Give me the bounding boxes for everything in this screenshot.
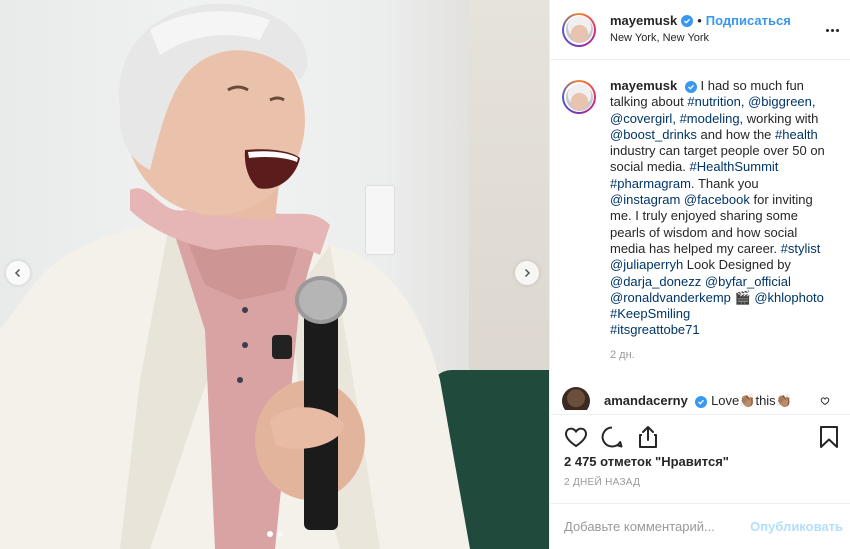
verified-badge-icon [681, 15, 694, 27]
add-comment-bar: Опубликовать [550, 503, 850, 549]
comment-heart-icon[interactable] [820, 396, 830, 406]
caption-line: me. I truly enjoyed sharing some [610, 208, 798, 224]
author-username[interactable]: mayemusk [610, 13, 677, 29]
caption-time: 2 дн. [610, 348, 635, 361]
follow-button[interactable]: Подписаться [706, 13, 791, 29]
comment-button[interactable] [598, 423, 626, 451]
separator-dot: • [697, 13, 702, 28]
caption-line: social media. #HealthSummit [610, 159, 779, 175]
caption-text: mayemusk I had so much fun talking about… [610, 78, 840, 363]
more-options-button[interactable] [822, 22, 842, 38]
action-bar [550, 414, 850, 458]
caption-line: talking about #nutrition, @biggreen, [610, 94, 816, 110]
caption-line: @juliaperryh Look Designed by [610, 257, 791, 273]
caption-line: pearls of wisdom and how social [610, 224, 798, 240]
post-location[interactable]: New York, New York [610, 30, 791, 46]
caption-line: @covergirl, #modeling, working with [610, 110, 819, 126]
commenter-username[interactable]: amandacerny [604, 393, 688, 408]
caption: mayemusk I had so much fun talking about… [562, 78, 850, 363]
caption-line: @ronaldvanderkemp 🎬 @khlophoto [610, 289, 824, 305]
author-avatar[interactable] [562, 12, 596, 47]
post-date[interactable]: 2 ДНЕЙ НАЗАД [564, 477, 640, 488]
caption-line: @darja_donezz @byfar_official [610, 273, 791, 289]
carousel-prev-button[interactable] [6, 261, 30, 285]
caption-line: #KeepSmiling [610, 306, 691, 322]
post-header: mayemusk • Подписаться New York, New Yor… [550, 0, 850, 60]
caption-line: @boost_drinks and how the #health [610, 126, 818, 142]
caption-username[interactable]: mayemusk [610, 78, 677, 93]
comment-text: Love👏🏽this👏🏽 [711, 393, 792, 409]
save-button[interactable] [815, 423, 843, 451]
likes-count[interactable]: 2 475 отметок "Нравится" [564, 454, 729, 469]
comment-item: amandacerny Love👏🏽this👏🏽 [562, 387, 850, 410]
chevron-right-icon [524, 268, 531, 278]
carousel-dots [0, 531, 549, 537]
more-dots-icon [825, 28, 829, 32]
verified-badge-icon [684, 81, 697, 93]
comment-bubble-icon [601, 426, 623, 447]
caption-line: #itsgreattobe71 [610, 322, 700, 338]
carousel-dot [266, 531, 273, 537]
share-icon [639, 425, 657, 448]
verified-badge-icon [695, 396, 708, 409]
heart-icon [565, 427, 587, 447]
commenter-avatar[interactable] [562, 387, 590, 410]
caption-avatar[interactable] [562, 80, 596, 114]
carousel-dot [276, 531, 283, 537]
post-photo[interactable] [0, 0, 549, 549]
publish-button[interactable]: Опубликовать [750, 519, 843, 534]
caption-line: I had so much fun [700, 78, 804, 93]
share-button[interactable] [634, 423, 662, 451]
caption-line: @instagram @facebook for inviting [610, 192, 813, 208]
caption-line: media has helped my career. #stylist [610, 240, 821, 256]
like-button[interactable] [562, 423, 590, 451]
bookmark-icon [820, 425, 838, 448]
post-side-panel: mayemusk • Подписаться New York, New Yor… [549, 0, 850, 549]
comment-input[interactable] [564, 519, 751, 534]
caption-line: industry can target people over 50 on [610, 143, 825, 159]
caption-line: #pharmagram. Thank you [610, 175, 759, 191]
comments-section[interactable]: mayemusk I had so much fun talking about… [550, 60, 850, 410]
photo-subject [0, 3, 470, 549]
chevron-left-icon [14, 268, 21, 278]
carousel-next-button[interactable] [515, 261, 539, 285]
